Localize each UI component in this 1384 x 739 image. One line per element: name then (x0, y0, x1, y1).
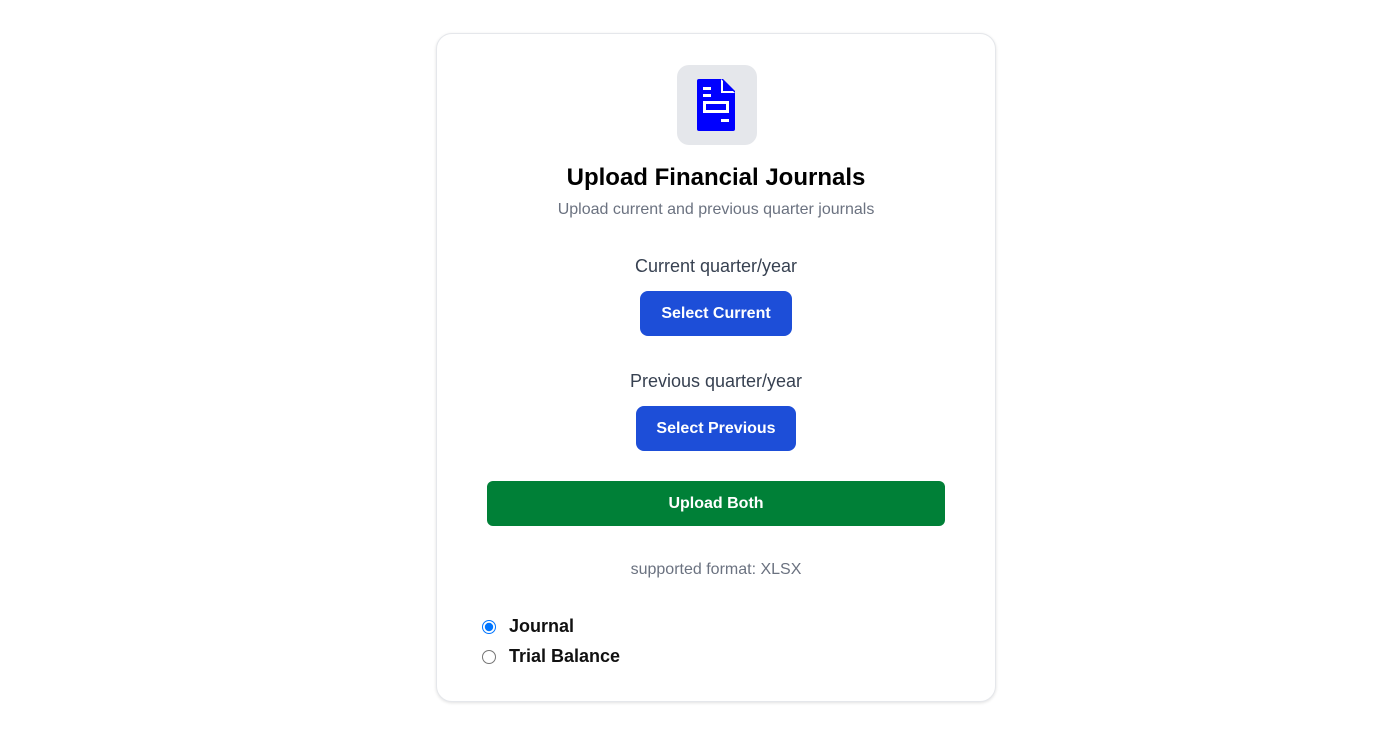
journal-radio-label[interactable]: Journal (509, 616, 574, 637)
document-icon (697, 79, 735, 131)
upload-both-button[interactable]: Upload Both (487, 481, 945, 526)
supported-format-note: supported format: XLSX (630, 561, 802, 578)
radio-option-trial-balance: Trial Balance (482, 646, 620, 667)
upload-card: Upload Financial Journals Upload current… (436, 33, 996, 702)
trial-balance-radio[interactable] (482, 649, 496, 664)
select-current-button[interactable]: Select Current (640, 291, 792, 336)
journal-radio[interactable] (482, 619, 496, 634)
page-subtitle: Upload current and previous quarter jour… (557, 201, 875, 218)
radio-option-journal: Journal (482, 616, 574, 637)
page-title: Upload Financial Journals (566, 164, 866, 191)
previous-quarter-label: Previous quarter/year (629, 371, 803, 391)
select-previous-button[interactable]: Select Previous (636, 406, 796, 451)
current-quarter-label: Current quarter/year (634, 256, 798, 276)
icon-container (677, 65, 757, 145)
trial-balance-radio-label[interactable]: Trial Balance (509, 646, 620, 667)
